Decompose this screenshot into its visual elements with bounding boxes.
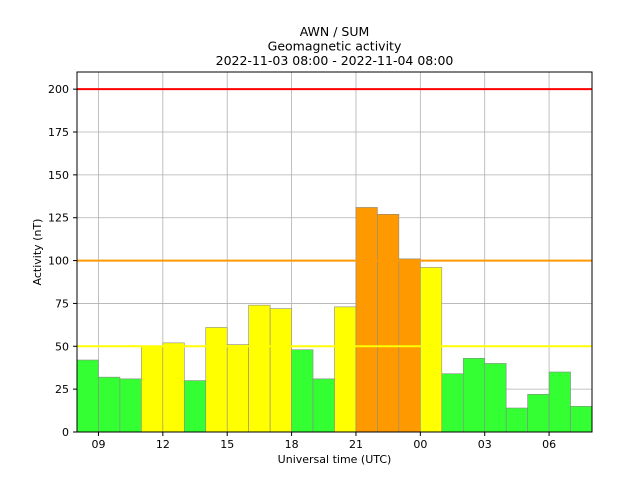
activity-bar bbox=[119, 378, 142, 433]
x-tick-label: 09 bbox=[91, 438, 105, 451]
activity-bar bbox=[334, 306, 357, 433]
geomagnetic-activity-chart: AWN / SUMGeomagnetic activity2022-11-03 … bbox=[31, 24, 593, 466]
y-tick-label: 0 bbox=[62, 426, 69, 439]
x-tick-label: 06 bbox=[542, 438, 556, 451]
activity-bar bbox=[548, 371, 571, 433]
activity-bar bbox=[355, 207, 378, 433]
activity-bar bbox=[505, 407, 528, 433]
y-tick-label: 100 bbox=[48, 255, 69, 268]
title-line-1: AWN / SUM bbox=[300, 24, 370, 39]
x-axis: 09 12 15 18 21 00 03 06 bbox=[91, 432, 556, 451]
y-tick-label: 25 bbox=[55, 383, 69, 396]
activity-bar bbox=[183, 380, 207, 433]
x-tick-label: 03 bbox=[478, 438, 492, 451]
activity-bar bbox=[291, 349, 314, 433]
x-tick-label: 21 bbox=[349, 438, 363, 451]
activity-bar bbox=[141, 345, 164, 433]
activity-bar bbox=[269, 308, 292, 433]
chart-title: AWN / SUMGeomagnetic activity2022-11-03 … bbox=[216, 24, 454, 68]
title-line-3: 2022-11-03 08:00 - 2022-11-04 08:00 bbox=[216, 53, 454, 68]
activity-bar bbox=[377, 213, 400, 433]
activity-bar bbox=[226, 344, 249, 433]
y-tick-label: 125 bbox=[48, 212, 69, 225]
y-tick-label: 175 bbox=[48, 126, 69, 139]
y-axis-label: Activity (nT) bbox=[31, 219, 44, 286]
x-tick-label: 12 bbox=[156, 438, 170, 451]
activity-bar bbox=[420, 267, 443, 433]
activity-bar bbox=[76, 359, 99, 433]
activity-bar bbox=[98, 376, 121, 433]
activity-bar bbox=[162, 342, 185, 433]
title-line-2: Geomagnetic activity bbox=[268, 39, 402, 54]
y-tick-label: 75 bbox=[55, 297, 69, 310]
y-tick-label: 150 bbox=[48, 169, 69, 182]
activity-bar bbox=[527, 393, 550, 433]
y-axis: 0 25 50 75 100 125 150 175 200 bbox=[48, 83, 77, 439]
y-tick-label: 200 bbox=[48, 83, 69, 96]
x-tick-label: 18 bbox=[285, 438, 299, 451]
activity-bar bbox=[484, 363, 507, 433]
y-tick-label: 50 bbox=[55, 340, 69, 353]
x-tick-label: 15 bbox=[220, 438, 234, 451]
x-tick-label: 00 bbox=[413, 438, 427, 451]
x-axis-label: Universal time (UTC) bbox=[278, 453, 392, 466]
activity-bar bbox=[570, 405, 593, 433]
activity-bar bbox=[312, 378, 335, 433]
activity-bar bbox=[248, 304, 271, 433]
chart-container: AWN / SUM Geomagnetic activity 2022-11-03 … bbox=[0, 0, 640, 480]
activity-bar bbox=[462, 357, 486, 433]
activity-bar bbox=[441, 373, 464, 433]
activity-bar bbox=[205, 327, 228, 433]
